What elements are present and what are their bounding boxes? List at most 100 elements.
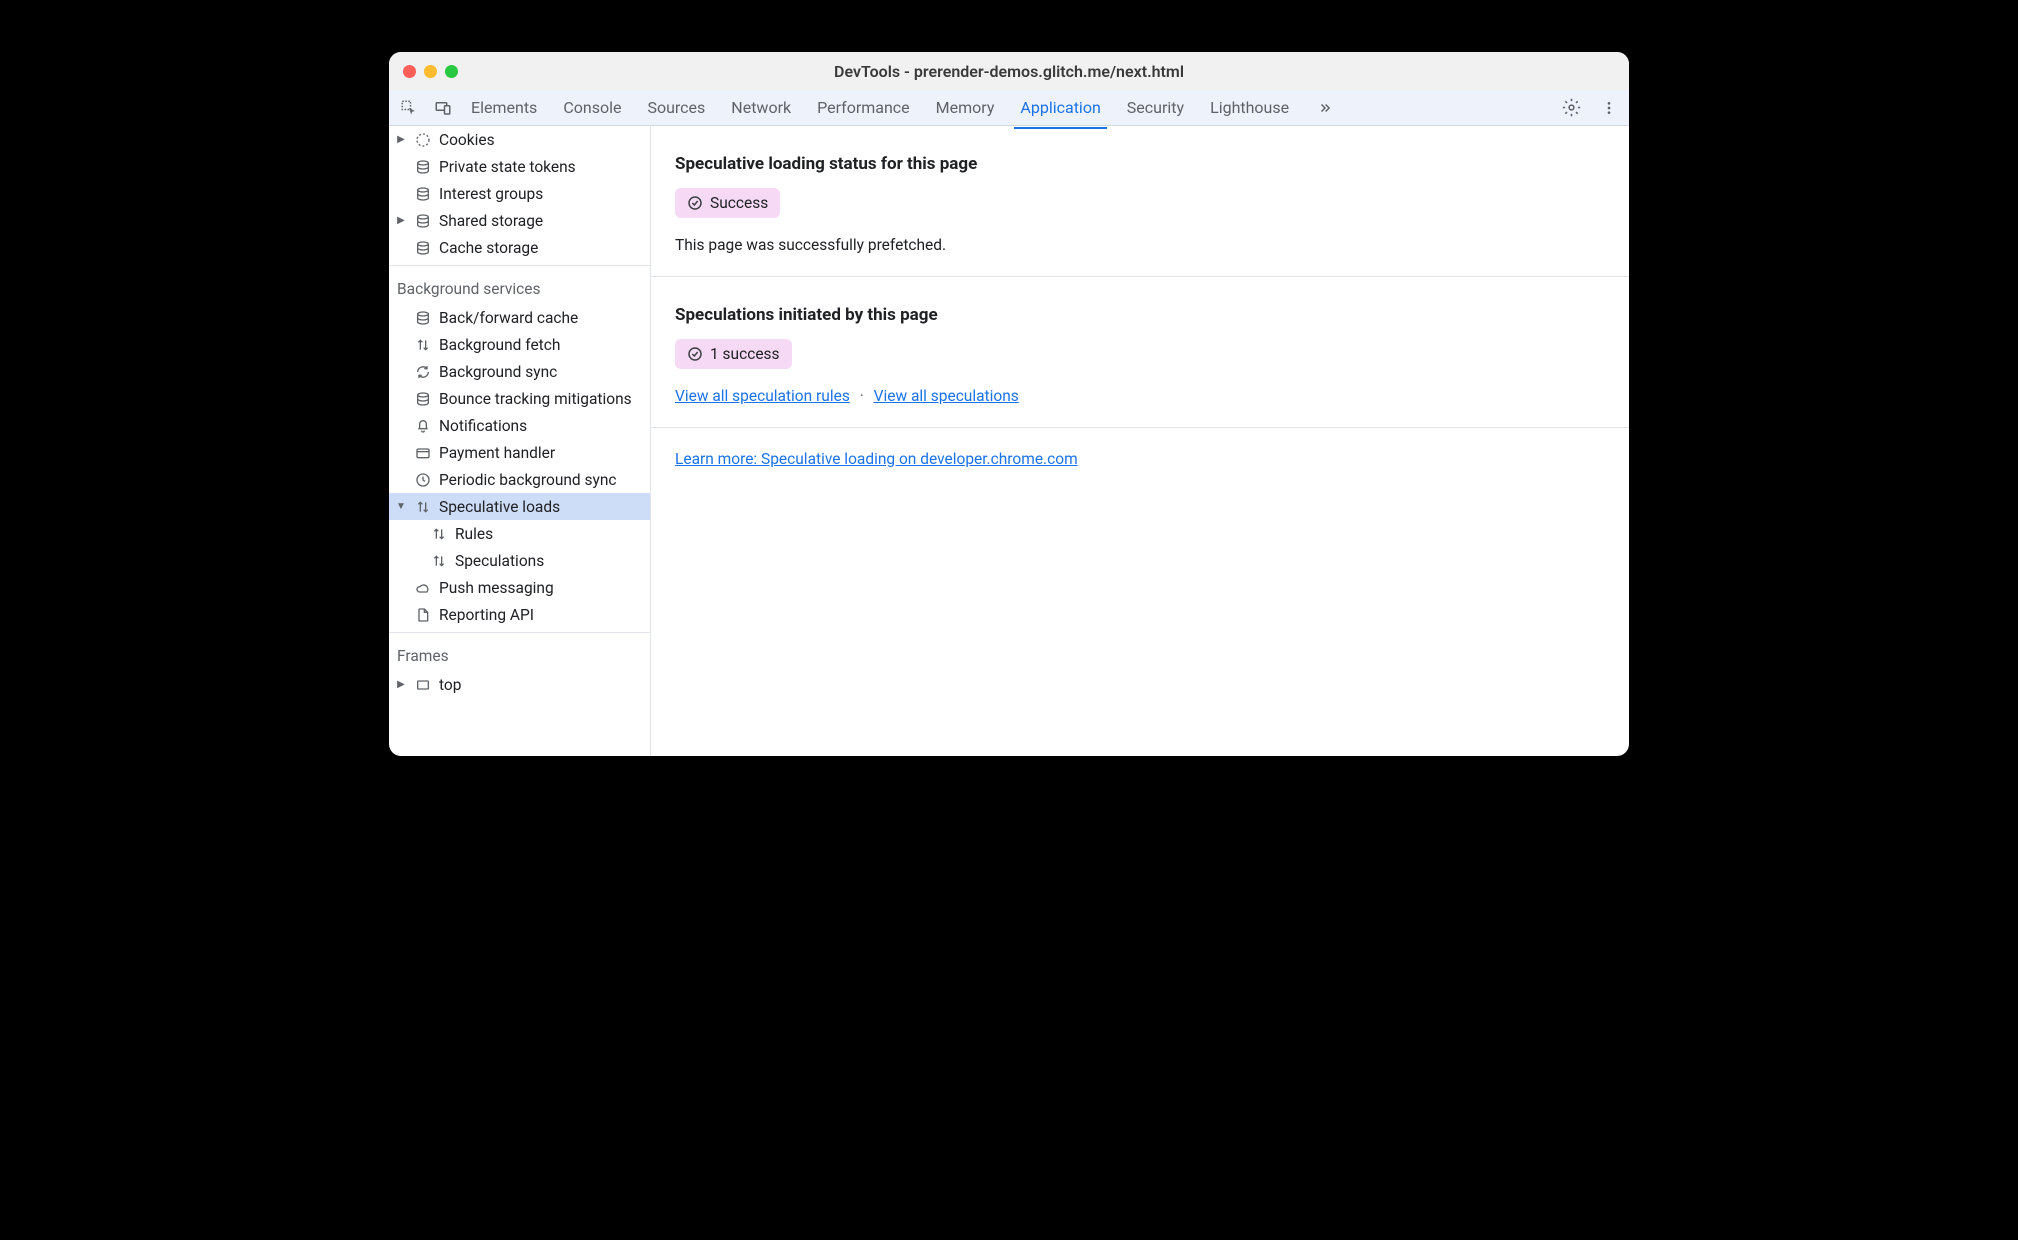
frame-icon (413, 677, 433, 693)
status-badge-count: 1 success (675, 339, 792, 369)
tab-sources[interactable]: Sources (647, 92, 705, 123)
sidebar-item-label: Payment handler (439, 444, 555, 462)
tabs-list: Elements Console Sources Network Perform… (471, 92, 1549, 123)
sidebar-item-label: top (439, 676, 461, 694)
check-circle-icon (687, 346, 703, 362)
sidebar-item-label: Speculations (455, 552, 544, 570)
content-area: ▶ Cookies Private state tokens Interest … (389, 126, 1629, 756)
close-window-button[interactable] (403, 65, 416, 78)
minimize-window-button[interactable] (424, 65, 437, 78)
sidebar-item-private-state-tokens[interactable]: Private state tokens (389, 153, 650, 180)
sidebar-item-label: Shared storage (439, 212, 543, 230)
tab-application[interactable]: Application (1020, 92, 1100, 123)
status-badge-success: Success (675, 188, 780, 218)
sidebar-item-label: Rules (455, 525, 493, 543)
sidebar-item-cache-storage[interactable]: Cache storage (389, 234, 650, 261)
sidebar-item-label: Private state tokens (439, 158, 576, 176)
sidebar-item-top-frame[interactable]: ▶ top (389, 671, 650, 698)
sidebar-item-label: Periodic background sync (439, 471, 617, 489)
sidebar-item-background-sync[interactable]: Background sync (389, 358, 650, 385)
sidebar-item-speculative-loads[interactable]: ▼ Speculative loads (389, 493, 650, 520)
settings-icon[interactable] (1561, 98, 1581, 118)
sidebar-item-shared-storage[interactable]: ▶ Shared storage (389, 207, 650, 234)
database-icon (413, 186, 433, 202)
sidebar-item-back-forward-cache[interactable]: Back/forward cache (389, 304, 650, 331)
database-icon (413, 240, 433, 256)
sidebar-section-frames: Frames (389, 637, 650, 671)
up-down-arrows-icon (413, 337, 433, 353)
main-panel: Speculative loading status for this page… (651, 126, 1629, 756)
device-toggle-icon[interactable] (433, 98, 453, 118)
sidebar-item-label: Notifications (439, 417, 527, 435)
sidebar-item-label: Bounce tracking mitigations (439, 390, 632, 408)
window-title: DevTools - prerender-demos.glitch.me/nex… (389, 62, 1629, 81)
kebab-menu-icon[interactable] (1599, 98, 1619, 118)
status-label: 1 success (710, 345, 780, 363)
sidebar-item-label: Background fetch (439, 336, 560, 354)
inspect-element-icon[interactable] (399, 98, 419, 118)
sidebar-item-label: Interest groups (439, 185, 543, 203)
expand-arrow-icon[interactable]: ▶ (395, 134, 407, 145)
expand-arrow-icon[interactable]: ▶ (395, 679, 407, 690)
database-icon (413, 310, 433, 326)
tab-elements[interactable]: Elements (471, 92, 537, 123)
sidebar-item-bounce-tracking[interactable]: Bounce tracking mitigations (389, 385, 650, 412)
tab-security[interactable]: Security (1127, 92, 1184, 123)
sidebar-item-label: Background sync (439, 363, 557, 381)
cloud-icon (413, 580, 433, 596)
sidebar-item-payment-handler[interactable]: Payment handler (389, 439, 650, 466)
maximize-window-button[interactable] (445, 65, 458, 78)
database-icon (413, 213, 433, 229)
section-heading: Speculative loading status for this page (675, 154, 1605, 174)
application-sidebar: ▶ Cookies Private state tokens Interest … (389, 126, 651, 756)
sidebar-item-reporting-api[interactable]: Reporting API (389, 601, 650, 628)
speculations-initiated-section: Speculations initiated by this page 1 su… (651, 277, 1629, 427)
sidebar-section-background-services: Background services (389, 270, 650, 304)
speculative-status-section: Speculative loading status for this page… (651, 126, 1629, 276)
sidebar-item-push-messaging[interactable]: Push messaging (389, 574, 650, 601)
more-tabs-icon[interactable] (1315, 98, 1335, 118)
tab-memory[interactable]: Memory (936, 92, 995, 123)
up-down-arrows-icon (429, 526, 449, 542)
devtools-tabbar: Elements Console Sources Network Perform… (389, 90, 1629, 126)
tab-network[interactable]: Network (731, 92, 791, 123)
devtools-window: DevTools - prerender-demos.glitch.me/nex… (389, 52, 1629, 756)
sidebar-item-label: Speculative loads (439, 498, 560, 516)
sidebar-item-speculations[interactable]: Speculations (389, 547, 650, 574)
status-label: Success (710, 194, 768, 212)
sidebar-item-label: Push messaging (439, 579, 554, 597)
view-all-rules-link[interactable]: View all speculation rules (675, 387, 850, 405)
tab-performance[interactable]: Performance (817, 92, 910, 123)
clock-icon (413, 472, 433, 488)
sidebar-item-cookies[interactable]: ▶ Cookies (389, 126, 650, 153)
section-heading: Speculations initiated by this page (675, 305, 1605, 325)
credit-card-icon (413, 445, 433, 461)
sidebar-item-label: Cookies (439, 131, 495, 149)
learn-more-section: Learn more: Speculative loading on devel… (651, 428, 1629, 490)
sidebar-item-rules[interactable]: Rules (389, 520, 650, 547)
document-icon (413, 607, 433, 623)
sidebar-item-label: Reporting API (439, 606, 534, 624)
sidebar-item-notifications[interactable]: Notifications (389, 412, 650, 439)
tab-lighthouse[interactable]: Lighthouse (1210, 92, 1289, 123)
up-down-arrows-icon (413, 499, 433, 515)
tab-console[interactable]: Console (563, 92, 621, 123)
view-all-speculations-link[interactable]: View all speculations (874, 387, 1019, 405)
learn-more-link[interactable]: Learn more: Speculative loading on devel… (675, 450, 1078, 468)
bell-icon (413, 418, 433, 434)
check-circle-icon (687, 195, 703, 211)
sidebar-item-interest-groups[interactable]: Interest groups (389, 180, 650, 207)
database-icon (413, 159, 433, 175)
sidebar-item-background-fetch[interactable]: Background fetch (389, 331, 650, 358)
window-titlebar: DevTools - prerender-demos.glitch.me/nex… (389, 52, 1629, 90)
up-down-arrows-icon (429, 553, 449, 569)
status-description: This page was successfully prefetched. (675, 236, 1605, 254)
collapse-arrow-icon[interactable]: ▼ (395, 501, 407, 512)
separator-dot: · (854, 387, 870, 405)
traffic-lights (403, 65, 458, 78)
expand-arrow-icon[interactable]: ▶ (395, 215, 407, 226)
sidebar-item-periodic-sync[interactable]: Periodic background sync (389, 466, 650, 493)
links-row: View all speculation rules · View all sp… (675, 387, 1605, 405)
sidebar-item-label: Back/forward cache (439, 309, 578, 327)
database-icon (413, 391, 433, 407)
